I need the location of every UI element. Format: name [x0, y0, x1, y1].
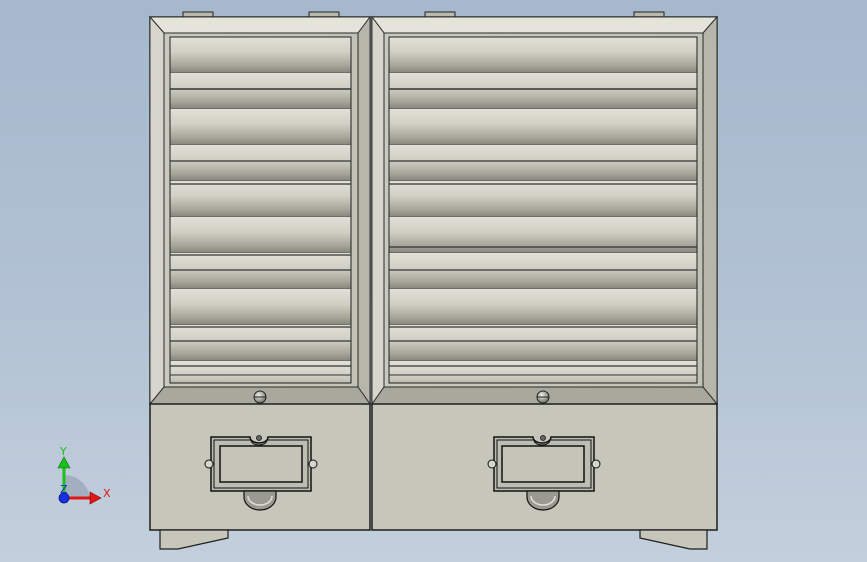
z-axis-label: Z: [60, 483, 68, 496]
right-drawer-label-holder: [487, 435, 601, 492]
left-drawer[interactable]: [149, 403, 371, 531]
y-axis-label: Y: [59, 445, 67, 458]
x-axis-label: X: [103, 487, 111, 500]
orientation-triad[interactable]: Y X Z: [57, 445, 111, 505]
left-drawer-label-holder: [204, 435, 318, 492]
cabinet-feet: [159, 529, 708, 550]
model-canvas: Y X Z: [57, 11, 719, 550]
right-louvre-cabinet[interactable]: [371, 15, 719, 406]
right-drawer[interactable]: [371, 403, 718, 531]
left-foot: [159, 529, 229, 550]
cad-graphics-viewport[interactable]: Y X Z: [0, 0, 867, 562]
right-foot: [639, 529, 708, 550]
left-louvre-cabinet[interactable]: [148, 15, 371, 406]
left-frame-bevel: [148, 16, 371, 34]
